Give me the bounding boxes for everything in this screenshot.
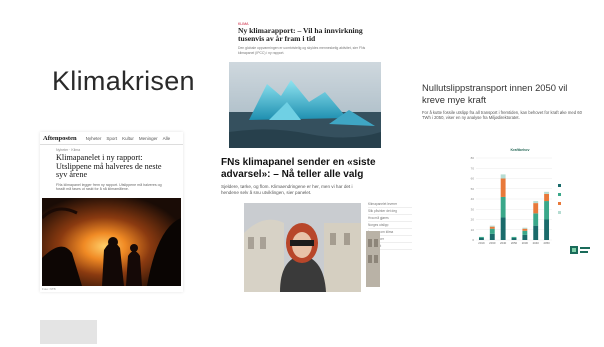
y-tick-label: 70 <box>471 166 475 170</box>
wildfire-photo <box>42 198 181 286</box>
side-thumbnail <box>366 231 380 287</box>
x-tick-label: 2030 <box>489 241 496 245</box>
bar-segment <box>500 196 506 218</box>
chart-title: Kraftbehov <box>511 148 530 152</box>
bar-segment <box>489 228 495 234</box>
bar-segment <box>511 237 517 240</box>
iceberg-photo <box>229 62 381 148</box>
bar-segment <box>500 174 506 179</box>
x-tick-label: 2040 <box>500 241 507 245</box>
bar-segment <box>544 191 550 194</box>
list-item[interactable]: Slik påvirker det deg <box>368 208 412 215</box>
legend-swatch <box>558 184 561 187</box>
nav-item[interactable]: Nyheter <box>86 136 102 141</box>
bar-segment <box>544 193 550 202</box>
fn-article-card[interactable]: FNs klimapanel sender en «siste advarsel… <box>218 157 419 292</box>
bar-segment <box>522 227 528 229</box>
x-tick-label: 2040 <box>533 241 540 245</box>
chart-legend <box>558 184 561 214</box>
aftenposten-nav: Aftenposten Nyheter Sport Kultur Meninge… <box>40 132 183 145</box>
ice-article-card[interactable]: KLIMA Ny klimarapport: – Vil ha innvirkn… <box>226 20 384 148</box>
legend-swatch <box>558 202 561 205</box>
x-tick-label: 2050 <box>511 241 518 245</box>
legend-swatch <box>558 211 561 214</box>
x-tick-label: 2019 <box>478 241 485 245</box>
slide-title: Klimakrisen <box>52 66 195 96</box>
bar-segment <box>533 225 539 240</box>
bar-segment <box>522 230 528 235</box>
y-tick-label: 80 <box>471 156 475 160</box>
x-tick-label: 2050 <box>543 241 550 245</box>
bar-segment <box>533 201 539 204</box>
nav-item[interactable]: Alle <box>163 136 171 141</box>
bar-segment <box>522 228 528 231</box>
y-tick-label: 60 <box>471 177 475 181</box>
article-lead: Sjeldere, tørke, og flom. Klimaendringen… <box>221 184 353 195</box>
bar-segment <box>489 233 495 240</box>
bar-segment <box>533 203 539 214</box>
nav-item[interactable]: Meninger <box>139 136 158 141</box>
article-headline[interactable]: Klimapanelet i ny rapport: Utslippene må… <box>40 152 183 180</box>
bar-segment <box>544 219 550 240</box>
list-item[interactable]: Hva må gjøres <box>368 215 412 222</box>
y-tick-label: 40 <box>471 197 475 201</box>
placeholder-box <box>40 320 97 344</box>
kraftbehov-chart: Kraftbehov 2019 2030 2040 2050 2030 2040 2050 … <box>471 148 590 254</box>
aftenposten-logo[interactable]: Aftenposten <box>43 135 77 142</box>
nav-item[interactable]: Sport <box>106 136 117 141</box>
legend-swatch <box>558 193 561 196</box>
bar-segment <box>500 178 506 197</box>
y-tick-label: 20 <box>471 218 475 222</box>
aftenposten-article-card[interactable]: Aftenposten Nyheter Sport Kultur Meninge… <box>40 132 183 292</box>
article-headline[interactable]: FNs klimapanel sender en «siste advarsel… <box>218 157 419 181</box>
bar-segment <box>489 226 495 229</box>
y-tick-label: 50 <box>471 187 475 191</box>
nullutslipp-article-card[interactable]: Nullutslippstransport innen 2050 vil kre… <box>420 82 592 262</box>
article-lead: For å kutte fossile utslipp fra all tran… <box>422 110 582 121</box>
publisher-logo <box>570 246 590 254</box>
article-lead: FNs klimapanel legger frem ny rapport. U… <box>56 182 162 192</box>
list-item[interactable]: Norges utslipp <box>368 222 412 229</box>
chart-grid <box>476 157 552 241</box>
chart-y-axis: 0 10 20 30 40 50 60 70 80 <box>471 156 475 242</box>
list-item[interactable]: Klimapanelet leverer <box>368 201 412 208</box>
bar-segment <box>544 201 550 220</box>
article-headline[interactable]: Ny klimarapport: – Vil ha innvirkning tu… <box>226 26 384 43</box>
bar-segment <box>478 237 484 240</box>
bar-segment <box>511 236 517 238</box>
y-tick-label: 30 <box>471 207 475 211</box>
y-tick-label: 10 <box>471 228 475 232</box>
bar-segment <box>489 225 495 227</box>
bar-segment <box>478 236 484 238</box>
breadcrumb: Nyheter · Klima <box>56 148 81 152</box>
x-tick-label: 2030 <box>522 241 529 245</box>
bar-segment <box>500 217 506 240</box>
article-lead: Den globale oppvarmingen er uomtvistelig… <box>238 46 366 55</box>
chart-x-axis: 2019 2030 2040 2050 2030 2040 2050 <box>478 241 550 245</box>
chart-bars <box>478 174 550 240</box>
y-tick-label: 0 <box>472 238 474 242</box>
bar-segment <box>522 234 528 240</box>
photo-caption: Foto: NTB <box>42 287 56 291</box>
article-headline[interactable]: Nullutslippstransport innen 2050 vil kre… <box>420 82 592 105</box>
bar-segment <box>533 213 539 226</box>
nav-item[interactable]: Kultur <box>122 136 134 141</box>
protester-photo <box>244 203 361 292</box>
